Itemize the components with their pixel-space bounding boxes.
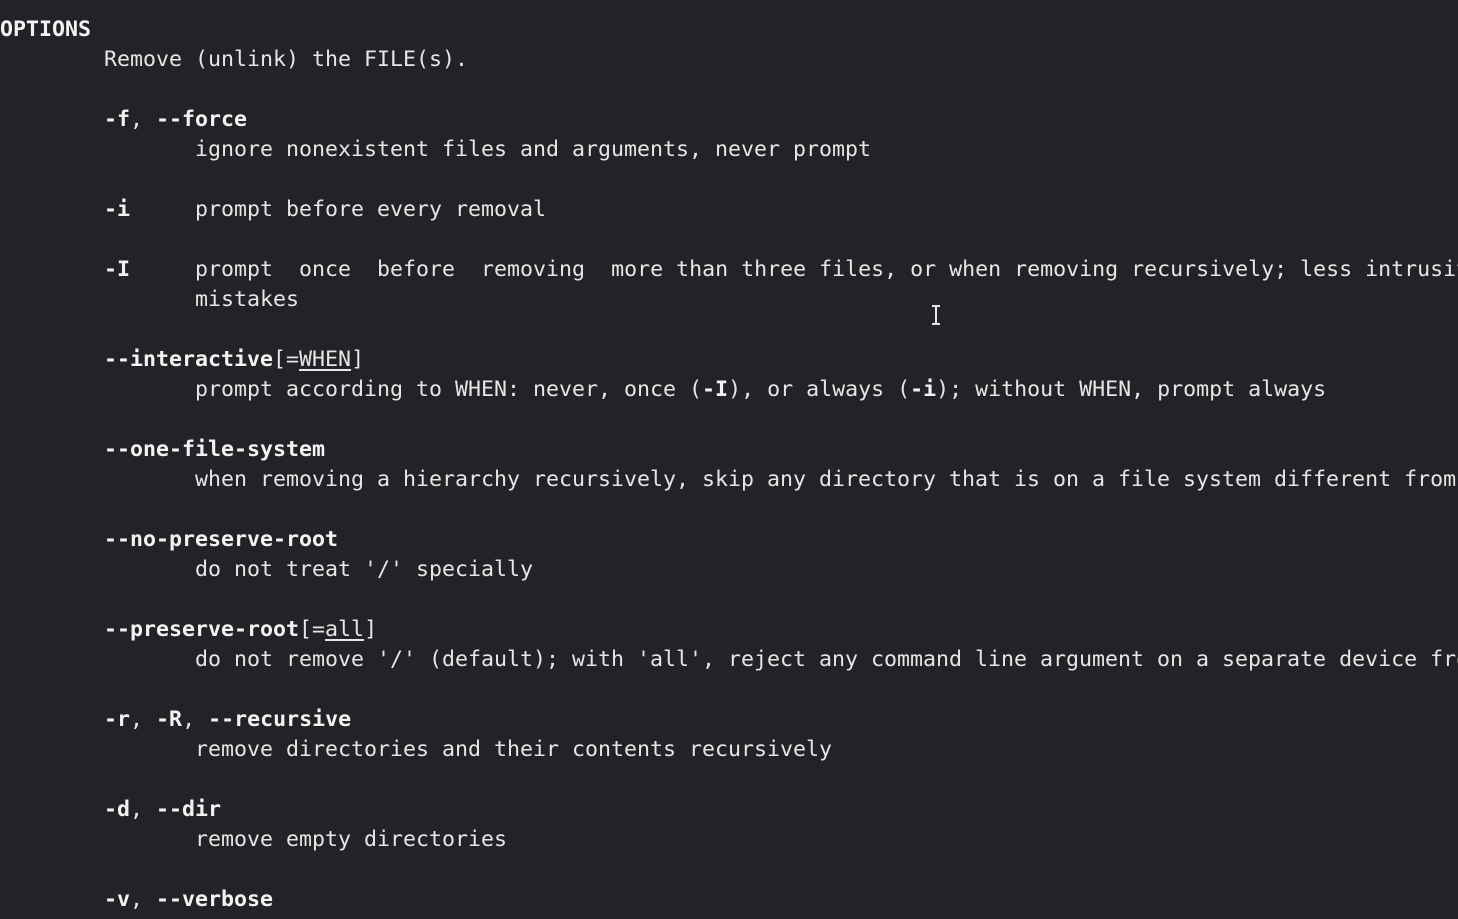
no-preserve-root-description: do not treat '/' specially (195, 557, 534, 582)
i-description: prompt before every removal (195, 197, 547, 222)
option-recursive-desc: remove directories and their contents re… (0, 735, 832, 765)
option-recursive-flags: -r, -R, --recursive (0, 705, 351, 735)
flag-R: -R (156, 707, 183, 732)
flag-dir: --dir (156, 797, 222, 822)
flag-verbose: --verbose (156, 887, 274, 912)
flag-separator: , (130, 887, 157, 912)
preserve-root-description: do not remove '/' (default); with 'all',… (195, 647, 1458, 672)
flag-d: -d (104, 797, 131, 822)
arg-close: ] (351, 347, 365, 372)
dir-description: remove empty directories (195, 827, 508, 852)
flag-force: --force (156, 107, 248, 132)
intro-text: Remove (unlink) the FILE(s). (104, 47, 469, 72)
option-I: -I prompt once before removing more than… (0, 255, 1458, 285)
I-description-line2: mistakes (195, 287, 300, 312)
option-no-preserve-root-desc: do not treat '/' specially (0, 555, 533, 585)
force-description: ignore nonexistent files and arguments, … (195, 137, 872, 162)
flag-separator: , (130, 707, 157, 732)
flag-I: -I (104, 257, 131, 282)
option-force-flags: -f, --force (0, 105, 247, 135)
man-section-heading: OPTIONS (0, 15, 91, 45)
option-dir-desc: remove empty directories (0, 825, 507, 855)
flag-one-file-system: --one-file-system (104, 437, 326, 462)
interactive-desc-c: ), or always ( (728, 377, 911, 402)
option-one-file-system-flags: --one-file-system (0, 435, 325, 465)
option-dir-flags: -d, --dir (0, 795, 221, 825)
flag-i: -i (104, 197, 131, 222)
interactive-desc-flag-I: -I (702, 377, 729, 402)
flag-separator: , (130, 107, 157, 132)
option-no-preserve-root-flags: --no-preserve-root (0, 525, 338, 555)
arg-when: WHEN (299, 347, 352, 372)
interactive-desc-flag-i: -i (910, 377, 937, 402)
option-one-file-system-desc: when removing a hierarchy recursively, s… (0, 465, 1456, 495)
option-verbose-flags: -v, --verbose (0, 885, 273, 915)
flag-f: -f (104, 107, 131, 132)
option-preserve-root-desc: do not remove '/' (default); with 'all',… (0, 645, 1458, 675)
I-description-line1: prompt once before removing more than th… (195, 257, 1458, 282)
option-interactive-desc: prompt according to WHEN: never, once (-… (0, 375, 1326, 405)
flag-r: -r (104, 707, 131, 732)
flag-interactive: --interactive (104, 347, 274, 372)
arg-close: ] (364, 617, 378, 642)
option-force-desc: ignore nonexistent files and arguments, … (0, 135, 871, 165)
flag-v: -v (104, 887, 131, 912)
option-I-cont: mistakes (0, 285, 299, 315)
flag-separator: , (130, 797, 157, 822)
flag-no-preserve-root: --no-preserve-root (104, 527, 339, 552)
arg-open: [= (299, 617, 326, 642)
option-i: -i prompt before every removal (0, 195, 546, 225)
terminal-window[interactable]: OPTIONS Remove (unlink) the FILE(s). -f,… (0, 0, 1458, 919)
one-file-system-description: when removing a hierarchy recursively, s… (195, 467, 1457, 492)
section-title: OPTIONS (0, 17, 92, 42)
man-intro-line: Remove (unlink) the FILE(s). (0, 45, 468, 75)
flag-recursive: --recursive (208, 707, 352, 732)
option-preserve-root-flags: --preserve-root[=all] (0, 615, 377, 645)
option-interactive-flags: --interactive[=WHEN] (0, 345, 364, 375)
arg-open: [= (273, 347, 300, 372)
flag-preserve-root: --preserve-root (104, 617, 300, 642)
recursive-description: remove directories and their contents re… (195, 737, 833, 762)
interactive-desc-e: ); without WHEN, prompt always (936, 377, 1327, 402)
arg-all: all (325, 617, 365, 642)
flag-separator: , (182, 707, 209, 732)
interactive-desc-a: prompt according to WHEN: never, once ( (195, 377, 703, 402)
text-cursor-icon (930, 304, 942, 326)
